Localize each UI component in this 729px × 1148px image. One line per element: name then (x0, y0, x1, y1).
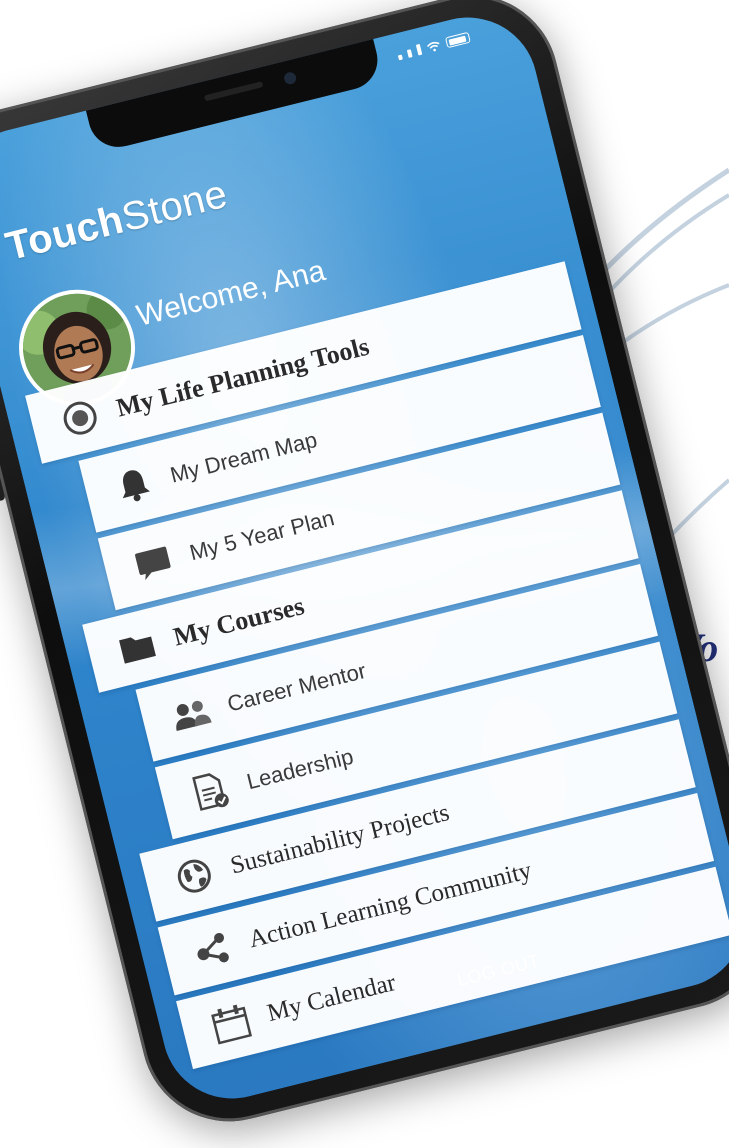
welcome-message: Welcome, Ana (133, 254, 329, 333)
calendar-icon (207, 999, 255, 1047)
menu-item-label: My 5 Year Plan (187, 505, 337, 566)
menu-item-label: Leadership (244, 743, 356, 795)
front-camera (282, 70, 298, 86)
speaker-grille (203, 81, 264, 102)
bell-icon (110, 461, 158, 509)
logo-bold: Touch (1, 197, 129, 270)
folder-icon (113, 623, 161, 671)
menu-item-label: My Dream Map (167, 426, 320, 488)
speech-bubble-icon (129, 538, 177, 586)
touchstone-logo: TouchStone (1, 172, 232, 270)
status-bar (396, 31, 471, 61)
logo-thin: Stone (117, 171, 232, 241)
wifi-icon (426, 41, 440, 52)
document-check-icon (186, 767, 234, 815)
globe-icon (170, 852, 218, 900)
people-icon (167, 690, 215, 738)
share-nodes-icon (188, 926, 236, 974)
menu-item-label: My Calendar (264, 969, 399, 1028)
battery-icon (444, 31, 471, 49)
target-icon (56, 394, 104, 442)
signal-bar (406, 49, 413, 58)
menu-item-label: Career Mentor (224, 657, 369, 717)
signal-icon (397, 54, 403, 61)
signal-bar (415, 43, 423, 56)
menu-item-label: My Courses (170, 591, 308, 652)
